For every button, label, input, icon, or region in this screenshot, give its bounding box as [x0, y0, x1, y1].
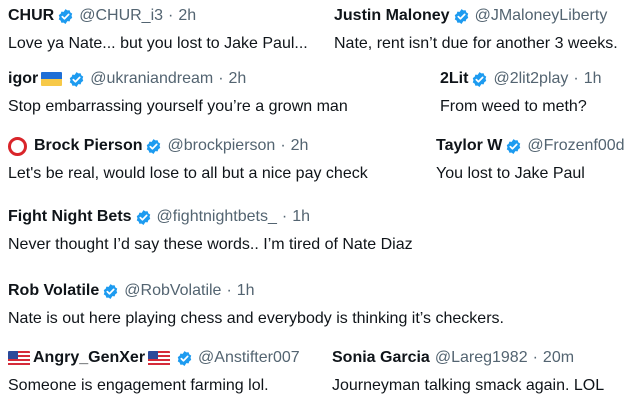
- tweet[interactable]: Taylor W @Frozenf00d You lost to Jake Pa…: [436, 135, 625, 185]
- tweet[interactable]: Brock Pierson @brockpierson · 2h Let's b…: [8, 135, 368, 185]
- verified-badge-icon: [473, 71, 487, 87]
- author-name[interactable]: Brock Pierson: [34, 135, 142, 157]
- timestamp[interactable]: 2h: [291, 135, 309, 157]
- verified-badge-icon: [454, 8, 468, 24]
- author-name[interactable]: Fight Night Bets: [8, 206, 132, 228]
- timestamp[interactable]: 2h: [229, 68, 247, 90]
- tweet-text: Love ya Nate... but you lost to Jake Pau…: [8, 35, 308, 52]
- timestamp[interactable]: 2h: [178, 5, 196, 27]
- tweet[interactable]: Justin Maloney @JMaloneyLiberty Nate, re…: [334, 5, 618, 55]
- separator-dot: ·: [281, 208, 288, 225]
- separator-dot: ·: [218, 70, 224, 87]
- verified-badge-icon: [147, 138, 161, 154]
- red-circle-icon: [8, 136, 27, 156]
- verified-badge-icon: [58, 8, 73, 24]
- verified-badge-icon: [507, 138, 521, 154]
- author-name[interactable]: Sonia Garcia: [332, 347, 430, 369]
- tweet-text: You lost to Jake Paul: [436, 165, 585, 182]
- verified-badge-icon: [104, 283, 118, 299]
- author-handle[interactable]: @RobVolatile: [124, 280, 221, 302]
- tweet-text: Nate, rent isn’t due for another 3 weeks…: [334, 35, 618, 52]
- verified-badge-icon: [136, 209, 150, 225]
- author-handle[interactable]: @fightnightbets_: [157, 206, 277, 228]
- tweet-text: Let's be real, would lose to all but a n…: [8, 165, 368, 182]
- tweet-text: Nate is out here playing chess and every…: [8, 310, 504, 327]
- us-flag-icon: [8, 350, 30, 366]
- author-name[interactable]: igor: [8, 68, 38, 90]
- ukraine-flag-icon: [41, 72, 63, 86]
- timestamp[interactable]: 20m: [543, 347, 574, 369]
- tweet-text: Journeyman talking smack again. LOL: [332, 377, 605, 394]
- author-handle[interactable]: @CHUR_i3: [79, 5, 163, 27]
- author-handle[interactable]: @JMaloneyLiberty: [475, 5, 608, 27]
- author-name[interactable]: CHUR: [8, 5, 54, 27]
- author-handle[interactable]: @Anstifter007: [198, 347, 300, 369]
- tweet[interactable]: Rob Volatile @RobVolatile · 1h Nate is o…: [8, 280, 504, 330]
- tweet[interactable]: Fight Night Bets @fightnightbets_ · 1h N…: [8, 206, 413, 256]
- separator-dot: ·: [573, 70, 579, 87]
- separator-dot: ·: [532, 349, 538, 366]
- author-name[interactable]: Angry_GenXer: [33, 347, 145, 369]
- tweet[interactable]: Sonia Garcia @Lareg1982 · 20m Journeyman…: [332, 347, 604, 397]
- tweet-text: Stop embarrassing yourself you’re a grow…: [8, 98, 348, 115]
- tweet[interactable]: CHUR @CHUR_i3 · 2h Love ya Nate... but y…: [8, 5, 308, 55]
- author-handle[interactable]: @Frozenf00d: [527, 135, 624, 157]
- author-handle[interactable]: @brockpierson: [167, 135, 275, 157]
- author-handle[interactable]: @ukraniandream: [90, 68, 213, 90]
- author-name[interactable]: Justin Maloney: [334, 5, 450, 27]
- tweet-text: Never thought I’d say these words.. I’m …: [8, 236, 413, 253]
- author-name[interactable]: Rob Volatile: [8, 280, 99, 302]
- tweet[interactable]: 2Lit @2lit2play · 1h From weed to meth?: [440, 68, 602, 118]
- timestamp[interactable]: 1h: [237, 280, 255, 302]
- author-handle[interactable]: @2lit2play: [493, 68, 568, 90]
- verified-badge-icon: [69, 71, 84, 87]
- timestamp[interactable]: 1h: [292, 206, 310, 228]
- separator-dot: ·: [168, 7, 174, 24]
- verified-badge-icon: [177, 350, 192, 366]
- separator-dot: ·: [226, 282, 232, 299]
- author-name[interactable]: 2Lit: [440, 68, 468, 90]
- tweet[interactable]: igor @ukraniandream · 2h Stop embarrassi…: [8, 68, 348, 118]
- us-flag-icon: [148, 350, 171, 366]
- tweet[interactable]: Angry_GenXer @Anstifter007 Someone is en…: [8, 347, 300, 397]
- separator-dot: ·: [280, 137, 286, 154]
- tweet-text: From weed to meth?: [440, 98, 587, 115]
- author-handle[interactable]: @Lareg1982: [435, 347, 528, 369]
- tweet-text: Someone is engagement farming lol.: [8, 377, 269, 394]
- author-name[interactable]: Taylor W: [436, 135, 502, 157]
- timestamp[interactable]: 1h: [584, 68, 602, 90]
